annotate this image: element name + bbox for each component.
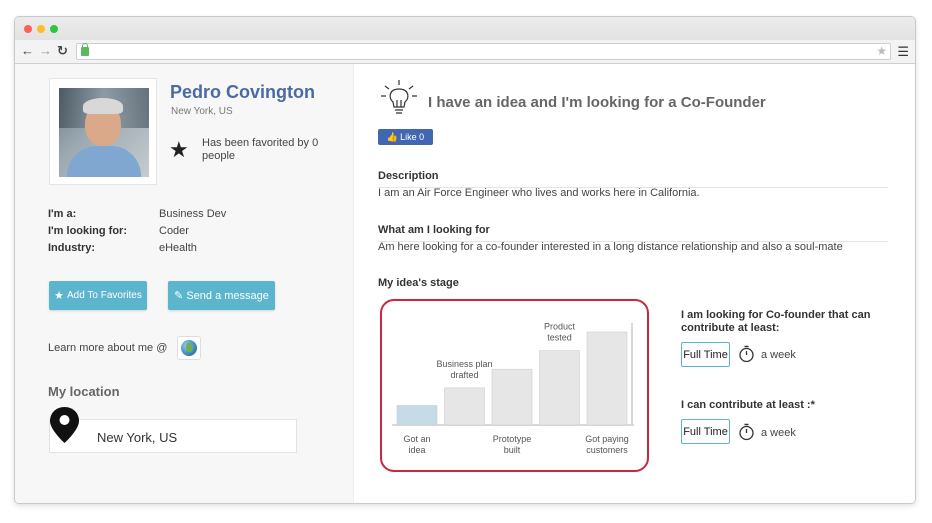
address-bar[interactable]: ★ [76,43,891,60]
stage-label: Got an idea [403,434,430,455]
location-box: New York, US [49,419,297,453]
browser-menu-icon[interactable]: ☰ [897,44,909,59]
send-message-button[interactable]: ✎ Send a message [168,281,275,310]
looking-for-text: Am here looking for a co-founder interes… [378,241,843,253]
contribute-unit: a week [761,427,796,439]
info-value: eHealth [159,242,197,254]
stage-chart-svg: Got an idea Business plan drafted Prototype b… [392,322,634,455]
page-content: Pedro Covington New York, US ★ Has been … [15,64,915,503]
stage-bar [586,331,628,426]
title-bar [15,17,915,40]
like-label: Like 0 [400,132,425,142]
browser-toolbar: ← → ↻ ★ ☰ [15,40,915,64]
cofounder-need-select[interactable]: Full Time [681,342,730,367]
back-arrow-icon[interactable]: ← [21,43,34,59]
stopwatch-icon [739,423,754,441]
cofounder-need-label: I am looking for Co-founder that can con… [681,309,871,334]
forward-arrow-icon[interactable]: → [39,43,52,59]
stage-bar [491,368,533,426]
lock-icon [81,43,89,56]
add-to-favorites-button[interactable]: ★ Add To Favorites [49,281,147,310]
stage-bar [444,387,485,426]
profile-name[interactable]: Pedro Covington [170,82,315,103]
idea-panel: I have an idea and I'm looking for a Co-… [355,64,915,503]
stage-label: Got paying customers [585,434,629,455]
description-label: Description [378,170,439,182]
info-key: I'm a: [48,208,77,220]
location-value: New York, US [97,430,178,445]
favorited-count: Has been favorited by 0 people [202,137,319,162]
contribute-label: I can contribute at least :* [681,399,815,411]
browser-window: ← → ↻ ★ ☰ Pedro Covington New York, US ★… [14,16,916,504]
my-location-title: My location [48,384,120,399]
star-icon: ★ [54,290,64,302]
reload-icon[interactable]: ↻ [57,43,68,59]
cofounder-need-unit: a week [761,349,796,361]
thumbs-up-icon: 👍 [386,131,399,142]
pencil-icon: ✎ [174,290,184,302]
minimize-window-button[interactable] [37,25,45,33]
profile-location: New York, US [171,106,233,117]
maximize-window-button[interactable] [50,25,58,33]
close-window-button[interactable] [24,25,32,33]
lightbulb-icon [381,80,417,114]
stage-bar [396,405,438,426]
info-value: Coder [159,225,189,237]
avatar [49,78,157,185]
info-key: Industry: [48,242,96,254]
send-message-label: Send a message [186,289,269,302]
facebook-like-button[interactable]: 👍 Like 0 [378,129,433,145]
star-icon: ★ [169,137,189,162]
idea-title: I have an idea and I'm looking for a Co-… [428,94,766,111]
info-key: I'm looking for: [48,225,127,237]
idea-stage-label: My idea's stage [378,277,459,289]
description-text: I am an Air Force Engineer who lives and… [378,187,700,199]
contribute-select[interactable]: Full Time [681,419,730,444]
profile-photo [59,88,149,177]
stage-bar [539,350,580,426]
globe-icon[interactable] [177,336,201,360]
stopwatch-icon [739,345,754,363]
info-value: Business Dev [159,208,227,220]
looking-for-label: What am I looking for [378,224,490,236]
stage-label: Business plan drafted [436,359,492,380]
add-to-favorites-label: Add To Favorites [67,290,142,301]
learn-more-label: Learn more about me @ [48,342,168,354]
map-pin-icon [50,407,79,443]
profile-sidebar: Pedro Covington New York, US ★ Has been … [15,64,354,503]
idea-stage-chart: Got an idea Business plan drafted Prototype b… [380,299,649,472]
stage-label: Prototype built [493,434,532,455]
stage-label: Product tested [544,322,576,343]
bookmark-star-icon[interactable]: ★ [876,44,887,59]
